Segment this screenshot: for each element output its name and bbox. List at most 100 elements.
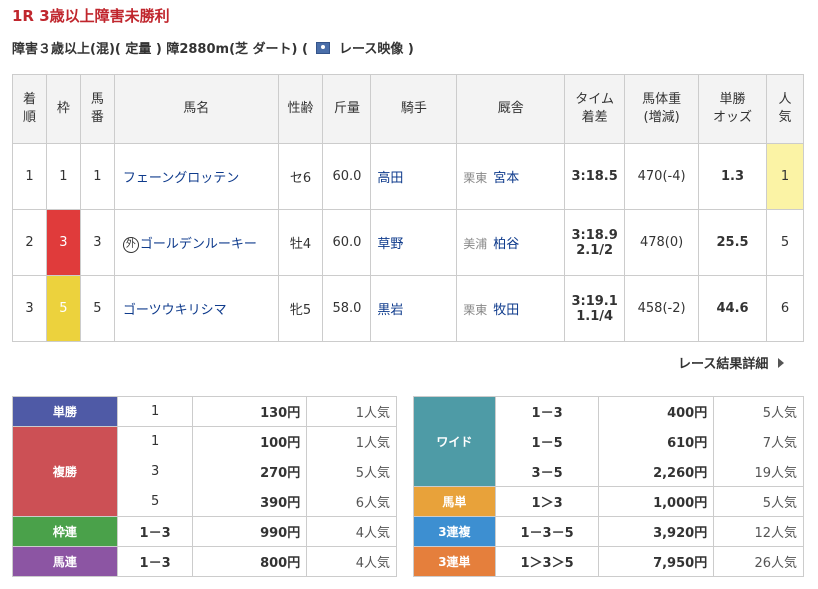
header-name: 馬名 <box>113 74 279 144</box>
header-body: 馬体重 (増減) <box>624 74 700 144</box>
payout-amount: 800円 <box>192 546 308 577</box>
race-title: 1R 3歳以上障害未勝利 <box>12 7 170 25</box>
payout-row-umaren: 馬連 1－3 800円 4人気 <box>12 546 397 577</box>
horse-name-link[interactable]: 外ゴールデンルーキー <box>113 209 279 276</box>
header-frame: 枠 <box>45 74 81 144</box>
payout-row-umatan: 馬単 1＞3 1,000円 5人気 <box>413 486 804 517</box>
fukusho-label: 複勝 <box>12 426 118 517</box>
payout-combo: 1－3－5 <box>494 516 600 547</box>
race-info: 障害３歳以上(混)( 定量 ) 障2880m(芝 ダート) ( レース映像 ) <box>12 38 414 57</box>
payout-popularity: 26人気 <box>713 546 804 577</box>
trainer-cell: 美浦 柏谷 <box>456 209 566 276</box>
region-label: 栗東 <box>463 303 488 317</box>
payout-combo: 1＞3 <box>494 486 600 517</box>
header-time: タイム 着差 <box>564 74 626 144</box>
jockey-link[interactable]: 草野 <box>370 209 458 276</box>
table-row: 1 1 1 フェーングロッテン セ6 60.0 高田 栗東 宮本 3:18.5 4… <box>12 143 805 210</box>
payout-amount: 990円 <box>192 516 308 547</box>
payout-amount: 390円 <box>192 486 308 517</box>
body-weight-cell: 478(0) <box>624 209 700 276</box>
payout-popularity: 5人気 <box>713 396 804 427</box>
payout-popularity: 4人気 <box>306 546 397 577</box>
payout-amount: 130円 <box>192 396 308 427</box>
weight-cell: 60.0 <box>322 143 372 210</box>
body-weight-cell: 470(-4) <box>624 143 700 210</box>
num-cell: 5 <box>79 275 115 342</box>
table-row: 2 3 3 外ゴールデンルーキー 牡4 60.0 草野 美浦 柏谷 3:18.9 2… <box>12 209 805 276</box>
rank-cell: 1 <box>12 143 47 210</box>
weight-cell: 60.0 <box>322 209 372 276</box>
results-header-row: 着順 枠 馬番 馬名 性齢 斤量 騎手 厩舎 タイム 着差 馬体重 (増減) 単勝オ… <box>12 74 805 144</box>
payout-combo: 3 <box>116 456 194 487</box>
payout-popularity: 19人気 <box>713 456 804 487</box>
payout-combo: 1 <box>116 426 194 457</box>
payout-row-tansho: 単勝 1 130円 1人気 <box>12 396 397 427</box>
film-icon[interactable] <box>316 42 331 54</box>
sexage-cell: 牝5 <box>277 275 324 342</box>
payout-row-sanrentan: 3連単 1＞3＞5 7,950円 26人気 <box>413 546 804 577</box>
payout-amount: 2,260円 <box>598 456 715 487</box>
jockey-link[interactable]: 高田 <box>370 143 458 210</box>
popularity-cell: 6 <box>765 275 805 342</box>
payout-combo: 1＞3＞5 <box>494 546 600 577</box>
time-cell: 3:18.9 2.1/2 <box>564 209 626 276</box>
payout-row-wide: ワイド 1－3 400円 5人気 <box>413 396 804 487</box>
jockey-link[interactable]: 黒岩 <box>370 275 458 342</box>
region-label: 美浦 <box>463 237 488 251</box>
header-rank: 着順 <box>12 74 47 144</box>
header-sexage: 性齢 <box>277 74 324 144</box>
frame-cell: 3 <box>45 209 81 276</box>
payout-table-right: ワイド 1－3 400円 5人気 1－5 610円 7人気 3－5 2,260円… <box>413 396 804 577</box>
body-weight-cell: 458(-2) <box>624 275 700 342</box>
foreign-mark-icon: 外 <box>122 236 139 253</box>
payout-popularity: 5人気 <box>306 456 397 487</box>
payout-combo: 1－3 <box>494 396 600 427</box>
sanrentan-label: 3連単 <box>413 546 496 577</box>
payout-combo: 5 <box>116 486 194 517</box>
horse-name-link[interactable]: ゴーツウキリシマ <box>113 275 279 342</box>
payout-table-left: 単勝 1 130円 1人気 複勝 1 100円 1人気 3 270円 5人気 5… <box>12 396 397 577</box>
rank-cell: 2 <box>12 209 47 276</box>
payout-combo: 1－5 <box>494 426 600 457</box>
payout-popularity: 4人気 <box>306 516 397 547</box>
time-cell: 3:18.5 <box>564 143 626 210</box>
horse-name-link[interactable]: フェーングロッテン <box>113 143 279 210</box>
region-label: 栗東 <box>463 171 488 185</box>
payout-popularity: 1人気 <box>306 396 397 427</box>
tansho-label: 単勝 <box>12 396 118 427</box>
race-info-close: ) <box>407 42 414 57</box>
payout-combo: 1 <box>116 396 194 427</box>
payout-combo: 1－3 <box>116 546 194 577</box>
trainer-link[interactable]: 柏谷 <box>493 237 519 252</box>
header-num: 馬番 <box>79 74 115 144</box>
sexage-cell: 牡4 <box>277 209 324 276</box>
payout-row-sanrenpuku: 3連複 1－3－5 3,920円 12人気 <box>413 516 804 547</box>
trainer-link[interactable]: 宮本 <box>493 171 519 186</box>
wide-label: ワイド <box>413 396 496 487</box>
header-odds: 単勝 オッズ <box>698 74 767 144</box>
weight-cell: 58.0 <box>322 275 372 342</box>
payout-amount: 100円 <box>192 426 308 457</box>
race-video-link[interactable]: レース映像 <box>339 42 403 57</box>
payout-popularity: 5人気 <box>713 486 804 517</box>
arrow-right-icon <box>778 358 785 368</box>
umaren-label: 馬連 <box>12 546 118 577</box>
race-conditions: 障害３歳以上(混)( 定量 ) 障2880m(芝 ダート) ( <box>12 42 308 57</box>
umatan-label: 馬単 <box>413 486 496 517</box>
payout-row-fukusho: 複勝 1 100円 1人気 <box>12 426 397 517</box>
header-pop: 人気 <box>765 74 805 144</box>
odds-cell: 1.3 <box>698 143 767 210</box>
frame-cell: 1 <box>45 143 81 210</box>
payout-popularity: 6人気 <box>306 486 397 517</box>
table-row: 3 5 5 ゴーツウキリシマ 牝5 58.0 黒岩 栗東 牧田 3:19.1 1.1… <box>12 275 805 342</box>
payout-amount: 270円 <box>192 456 308 487</box>
popularity-cell: 1 <box>765 143 805 210</box>
num-cell: 3 <box>79 209 115 276</box>
race-result-detail-link[interactable]: レース結果詳細 <box>678 353 785 372</box>
rank-cell: 3 <box>12 275 47 342</box>
trainer-link[interactable]: 牧田 <box>493 303 519 318</box>
sanrenpuku-label: 3連複 <box>413 516 496 547</box>
payout-combo: 1－3 <box>116 516 194 547</box>
payout-amount: 1,000円 <box>598 486 715 517</box>
payout-amount: 400円 <box>598 396 715 427</box>
